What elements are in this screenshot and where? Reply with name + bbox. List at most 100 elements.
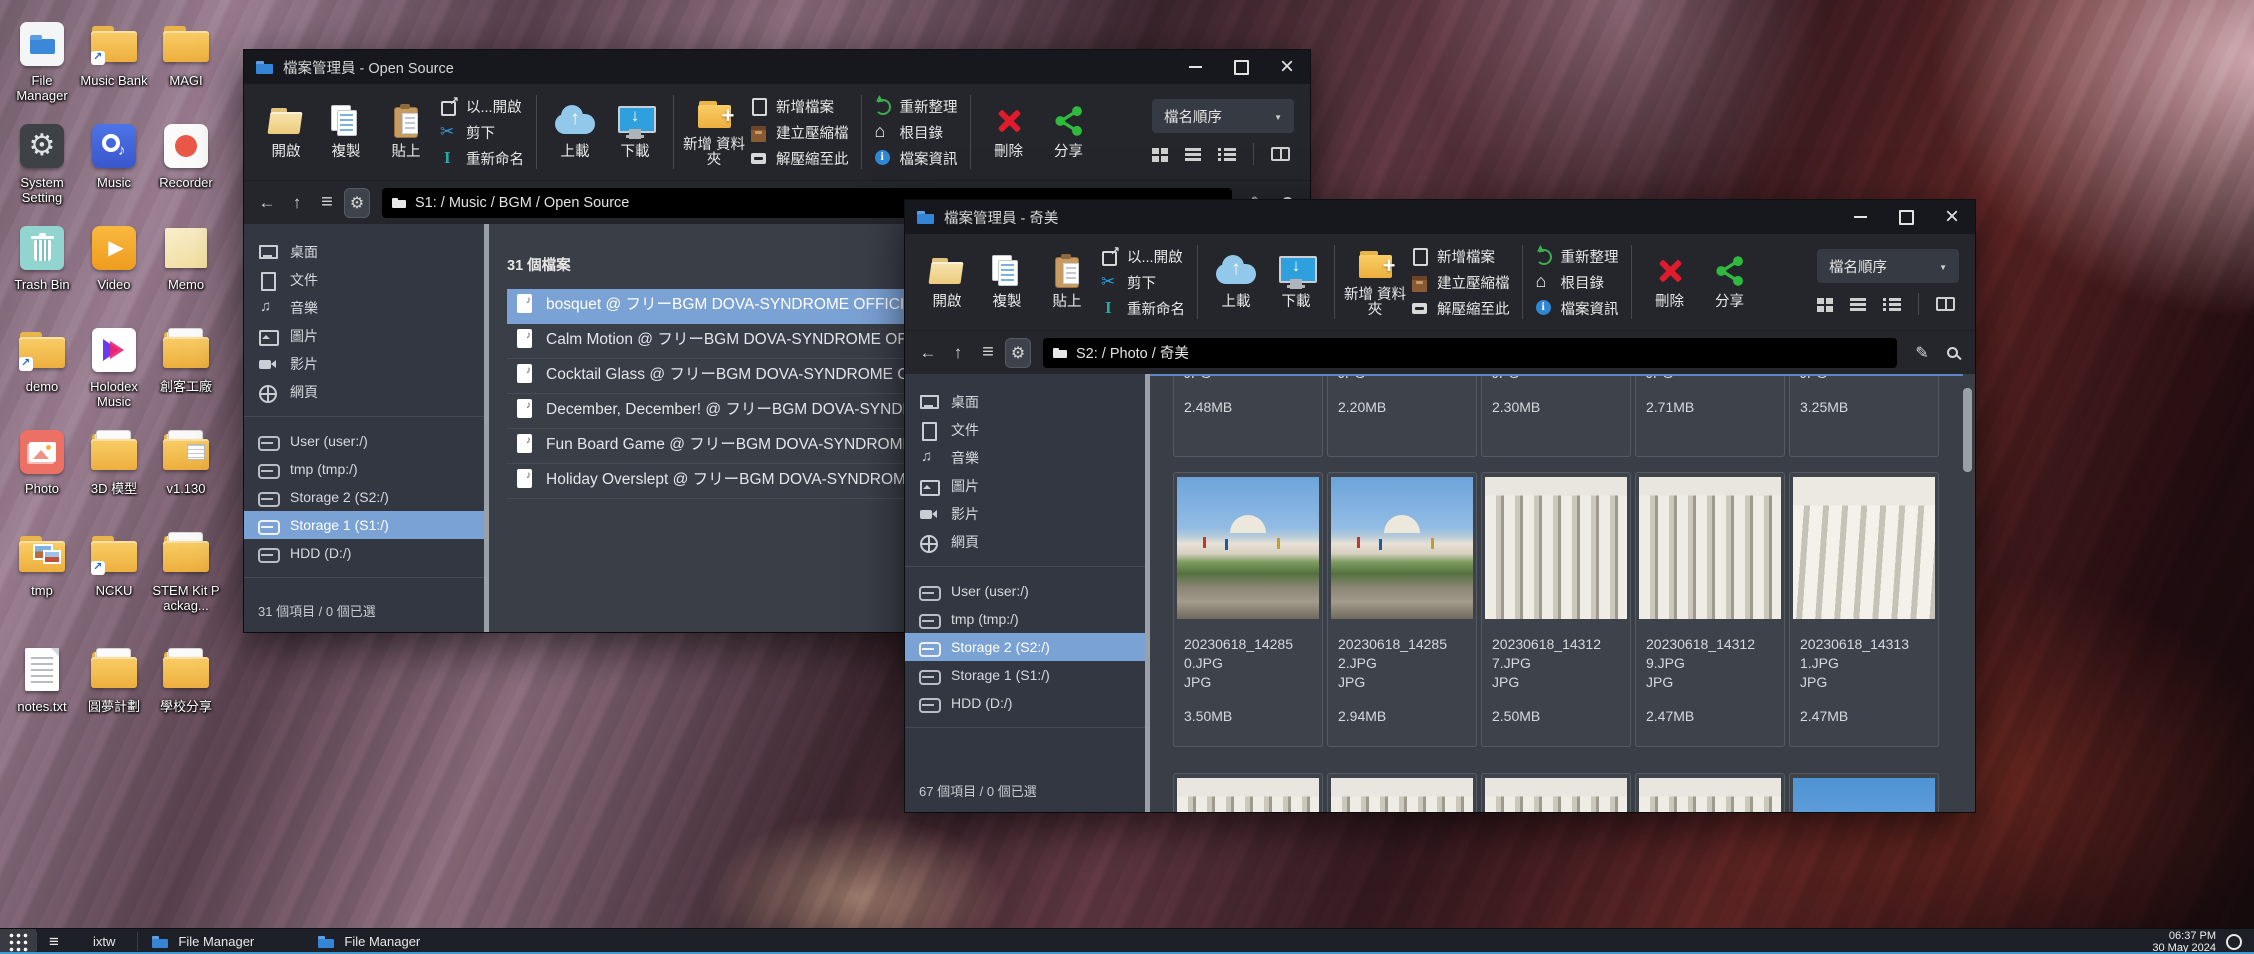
minimize-button[interactable] <box>1172 50 1218 84</box>
sidebar-place-item[interactable]: 網頁 <box>244 378 484 406</box>
photo-cell[interactable]: 1.JPG JPG 2.20MB <box>1327 374 1477 457</box>
desktop-icon[interactable]: 3D 模型 <box>78 426 150 528</box>
minimize-button[interactable] <box>1837 200 1883 234</box>
titlebar[interactable]: 檔案管理員 - 奇美 <box>905 200 1975 234</box>
path-input[interactable]: S2: / Photo / 奇美 <box>1043 338 1897 368</box>
desktop-icon[interactable]: NCKU <box>78 528 150 644</box>
sidebar-place-item[interactable]: 影片 <box>244 350 484 378</box>
photo-cell[interactable]: 20230618_142852.JPG JPG 2.94MB <box>1327 472 1477 747</box>
open-with-button[interactable]: 以...開啟 <box>1101 245 1185 267</box>
up-button[interactable] <box>945 340 971 366</box>
open-with-button[interactable]: 以...開啟 <box>440 95 524 117</box>
desktop-icon[interactable]: Trash Bin <box>6 222 78 324</box>
photo-cell[interactable]: 9.JPG JPG 3.25MB <box>1789 374 1939 457</box>
desktop-icon[interactable]: Memo <box>150 222 222 324</box>
sidebar-drive-item[interactable]: HDD (D:/) <box>905 689 1145 717</box>
new-folder-button[interactable]: 新增 資料夾 <box>682 97 746 168</box>
photo-cell[interactable]: 2.JPG JPG 2.30MB <box>1481 374 1631 457</box>
menu-button[interactable] <box>314 190 340 216</box>
photo-cell[interactable]: 0.JPG JPG 2.48MB <box>1173 374 1323 457</box>
new-file-button[interactable]: 新增檔案 <box>1411 245 1510 267</box>
refresh-button[interactable]: 重新整理 <box>1535 245 1619 267</box>
sidebar-place-item[interactable]: 文件 <box>244 266 484 294</box>
sidebar-scrollbar[interactable] <box>1145 374 1150 812</box>
titlebar[interactable]: 檔案管理員 - Open Source <box>244 50 1310 84</box>
sidebar-drive-item[interactable]: tmp (tmp:/) <box>244 455 484 483</box>
sidebar-place-item[interactable]: 文件 <box>905 416 1145 444</box>
photo-cell[interactable] <box>1481 773 1631 812</box>
open-button[interactable]: 開啟 <box>917 254 977 310</box>
desktop-icon[interactable]: demo <box>6 324 78 426</box>
back-button[interactable] <box>254 190 280 216</box>
upload-button[interactable]: 上載 <box>545 104 605 160</box>
menu-button[interactable] <box>975 340 1001 366</box>
sidebar-place-item[interactable]: 網頁 <box>905 528 1145 556</box>
refresh-button[interactable]: 重新整理 <box>874 95 958 117</box>
photo-cell[interactable]: 20230618_143131.JPG JPG 2.47MB <box>1789 472 1939 747</box>
gear-icon[interactable] <box>344 188 370 218</box>
desktop-icon[interactable]: notes.txt <box>6 644 78 714</box>
cut-button[interactable]: 剪下 <box>1101 271 1185 293</box>
desktop-icon[interactable]: v1.130 <box>150 426 222 528</box>
file-info-button[interactable]: 檔案資訊 <box>1535 297 1619 319</box>
photo-cell[interactable] <box>1327 773 1477 812</box>
sidebar-drive-item[interactable]: Storage 2 (S2:/) <box>244 483 484 511</box>
grid-scrollbar[interactable] <box>1963 388 1972 472</box>
view-detail-button[interactable] <box>1883 297 1901 312</box>
clock[interactable]: 06:37 PM 30 May 2024 <box>2152 929 2254 954</box>
desktop-icon[interactable]: Photo <box>6 426 78 528</box>
back-button[interactable] <box>915 340 941 366</box>
open-button[interactable]: 開啟 <box>256 104 316 160</box>
desktop-icon[interactable]: Music Bank <box>78 18 150 120</box>
desktop-icon[interactable]: 創客工廠 <box>150 324 222 426</box>
search-button[interactable] <box>1939 340 1965 366</box>
sidebar-scrollbar[interactable] <box>484 224 489 632</box>
photo-cell[interactable]: 8.JPG JPG 2.71MB <box>1635 374 1785 457</box>
taskbar-menu-button[interactable] <box>37 929 71 954</box>
desktop-icon[interactable]: Holodex Music <box>78 324 150 426</box>
sidebar-drive-item[interactable]: HDD (D:/) <box>244 539 484 567</box>
view-list-button[interactable] <box>1185 147 1203 162</box>
desktop-icon[interactable]: Music <box>78 120 150 222</box>
new-file-button[interactable]: 新增檔案 <box>750 95 849 117</box>
new-folder-button[interactable]: 新增 資料夾 <box>1343 247 1407 318</box>
rename-button[interactable]: 重新命名 <box>440 147 524 169</box>
sidebar-place-item[interactable]: 音樂 <box>905 444 1145 472</box>
maximize-button[interactable] <box>1218 50 1264 84</box>
upload-button[interactable]: 上載 <box>1206 254 1266 310</box>
input-method-indicator[interactable]: ixtw <box>71 929 137 954</box>
close-button[interactable] <box>1929 200 1975 234</box>
desktop-icon[interactable]: System Setting <box>6 120 78 222</box>
sort-dropdown[interactable]: 檔名順序 <box>1152 99 1294 133</box>
up-button[interactable] <box>284 190 310 216</box>
sidebar-place-item[interactable]: 影片 <box>905 500 1145 528</box>
view-detail-button[interactable] <box>1218 147 1236 162</box>
delete-button[interactable]: 刪除 <box>979 104 1039 160</box>
root-button[interactable]: 根目錄 <box>1535 271 1619 293</box>
sort-dropdown[interactable]: 檔名順序 <box>1817 249 1959 283</box>
photo-cell[interactable] <box>1173 773 1323 812</box>
desktop-icon[interactable]: 學校分享 <box>150 644 222 714</box>
desktop-icon[interactable]: STEM Kit P ackag... <box>150 528 222 644</box>
close-button[interactable] <box>1264 50 1310 84</box>
sidebar-place-item[interactable]: 桌面 <box>244 238 484 266</box>
view-columns-button[interactable] <box>1271 147 1290 161</box>
rename-button[interactable]: 重新命名 <box>1101 297 1185 319</box>
desktop-icon[interactable]: File Manager <box>6 18 78 120</box>
edit-path-button[interactable] <box>1909 340 1935 366</box>
desktop-icon[interactable]: MAGI <box>150 18 222 120</box>
delete-button[interactable]: 刪除 <box>1640 254 1700 310</box>
photo-cell[interactable] <box>1789 773 1939 812</box>
extract-here-button[interactable]: 解壓縮至此 <box>750 147 849 169</box>
sidebar-drive-item[interactable]: User (user:/) <box>244 427 484 455</box>
desktop-icon[interactable]: tmp <box>6 528 78 644</box>
maximize-button[interactable] <box>1883 200 1929 234</box>
copy-button[interactable]: 複製 <box>316 104 376 160</box>
sidebar-drive-item[interactable]: Storage 1 (S1:/) <box>244 511 484 539</box>
cut-button[interactable]: 剪下 <box>440 121 524 143</box>
sidebar-place-item[interactable]: 桌面 <box>905 388 1145 416</box>
download-button[interactable]: 下載 <box>1266 254 1326 310</box>
view-columns-button[interactable] <box>1936 297 1955 311</box>
copy-button[interactable]: 複製 <box>977 254 1037 310</box>
create-archive-button[interactable]: 建立壓縮檔 <box>750 121 849 143</box>
